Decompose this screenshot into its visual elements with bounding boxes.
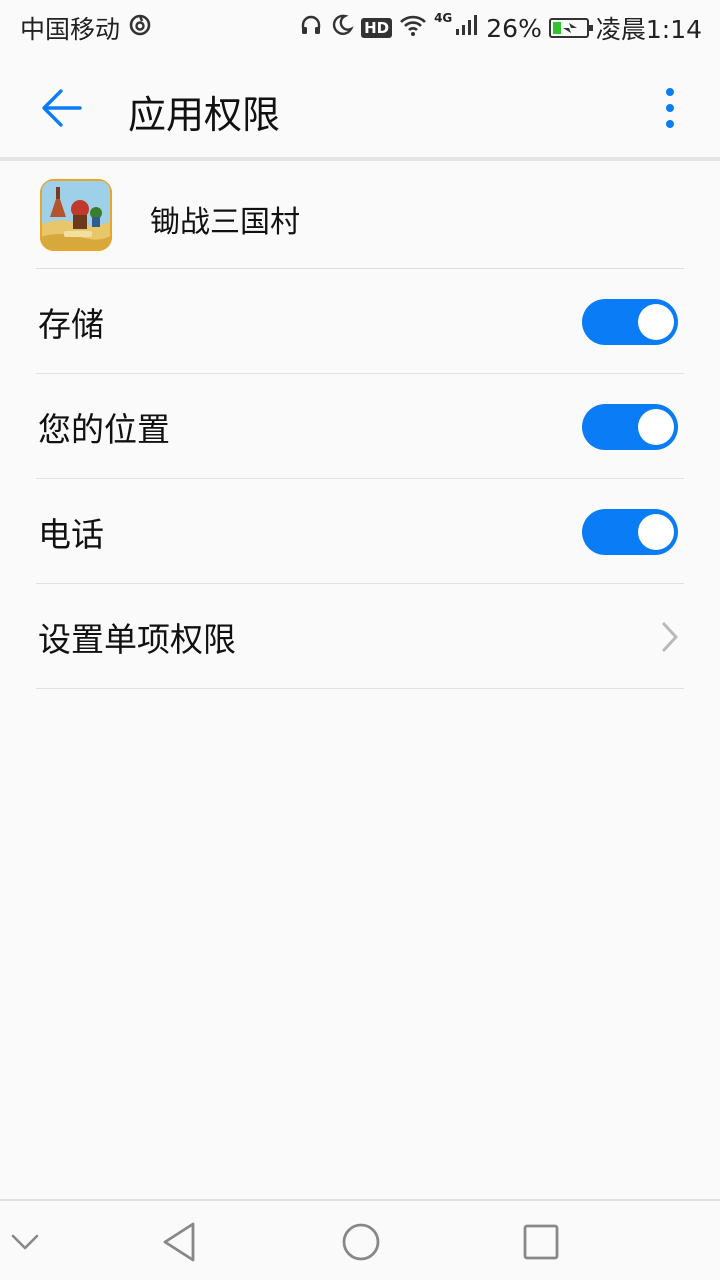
carrier-name: 中国移动 bbox=[20, 15, 121, 44]
wifi-icon bbox=[399, 13, 427, 43]
status-bar-right: HD 4G 26% 凌晨1:14 bbox=[292, 10, 702, 46]
toggle-knob bbox=[638, 513, 674, 550]
nav-home-button[interactable] bbox=[336, 1217, 386, 1267]
status-bar-left: 中国移动 bbox=[20, 10, 152, 46]
toggle-knob bbox=[638, 408, 674, 445]
network-type: 4G bbox=[434, 11, 453, 25]
permission-label: 电话 bbox=[38, 514, 104, 554]
storage-toggle[interactable] bbox=[582, 298, 678, 345]
more-options-button[interactable] bbox=[650, 82, 690, 134]
collapse-down-icon bbox=[11, 1234, 39, 1250]
page-title: 应用权限 bbox=[128, 93, 281, 137]
individual-permissions-row[interactable]: 设置单项权限 bbox=[0, 584, 720, 689]
permission-label: 您的位置 bbox=[38, 409, 170, 449]
app-header: 锄战三国村 bbox=[0, 161, 720, 269]
navigation-bar bbox=[0, 1199, 720, 1280]
toggle-knob bbox=[638, 303, 674, 340]
collapse-nav-button[interactable] bbox=[0, 1217, 50, 1267]
moon-icon bbox=[330, 13, 354, 43]
app-name: 锄战三国村 bbox=[150, 205, 300, 240]
permission-row-storage[interactable]: 存储 bbox=[0, 269, 720, 374]
permission-row-phone[interactable]: 电话 bbox=[0, 479, 720, 584]
arrow-left-icon bbox=[42, 89, 82, 127]
status-bar: 中国移动 HD 4G 26% 凌晨1:14 bbox=[0, 0, 720, 56]
battery-tip bbox=[588, 25, 593, 31]
battery-fill bbox=[552, 22, 561, 34]
row-divider bbox=[36, 688, 684, 689]
back-button[interactable] bbox=[36, 82, 88, 134]
location-toggle[interactable] bbox=[582, 403, 678, 450]
home-circle-icon bbox=[342, 1223, 380, 1261]
back-triangle-icon bbox=[163, 1222, 195, 1262]
nav-recents-button[interactable] bbox=[516, 1217, 566, 1267]
permission-row-location[interactable]: 您的位置 bbox=[0, 374, 720, 479]
permissions-content: 锄战三国村 存储 您的位置 电话 设置单项权限 bbox=[0, 161, 720, 689]
permission-label: 存储 bbox=[38, 304, 104, 344]
clock: 凌晨1:14 bbox=[595, 15, 702, 44]
netease-icon bbox=[128, 13, 152, 43]
game-app-icon bbox=[40, 179, 112, 251]
phone-toggle[interactable] bbox=[582, 508, 678, 555]
hd-icon: HD bbox=[361, 18, 393, 38]
headphones-icon bbox=[299, 13, 323, 43]
signal-icon bbox=[455, 13, 479, 43]
nav-back-button[interactable] bbox=[155, 1217, 205, 1267]
battery-icon bbox=[548, 18, 593, 38]
recents-square-icon bbox=[523, 1224, 559, 1260]
individual-permissions-label: 设置单项权限 bbox=[38, 619, 236, 659]
battery-percent: 26% bbox=[486, 13, 542, 43]
app-bar: 应用权限 bbox=[0, 56, 720, 158]
more-vert-icon bbox=[666, 88, 674, 128]
chevron-right-icon bbox=[662, 622, 678, 651]
